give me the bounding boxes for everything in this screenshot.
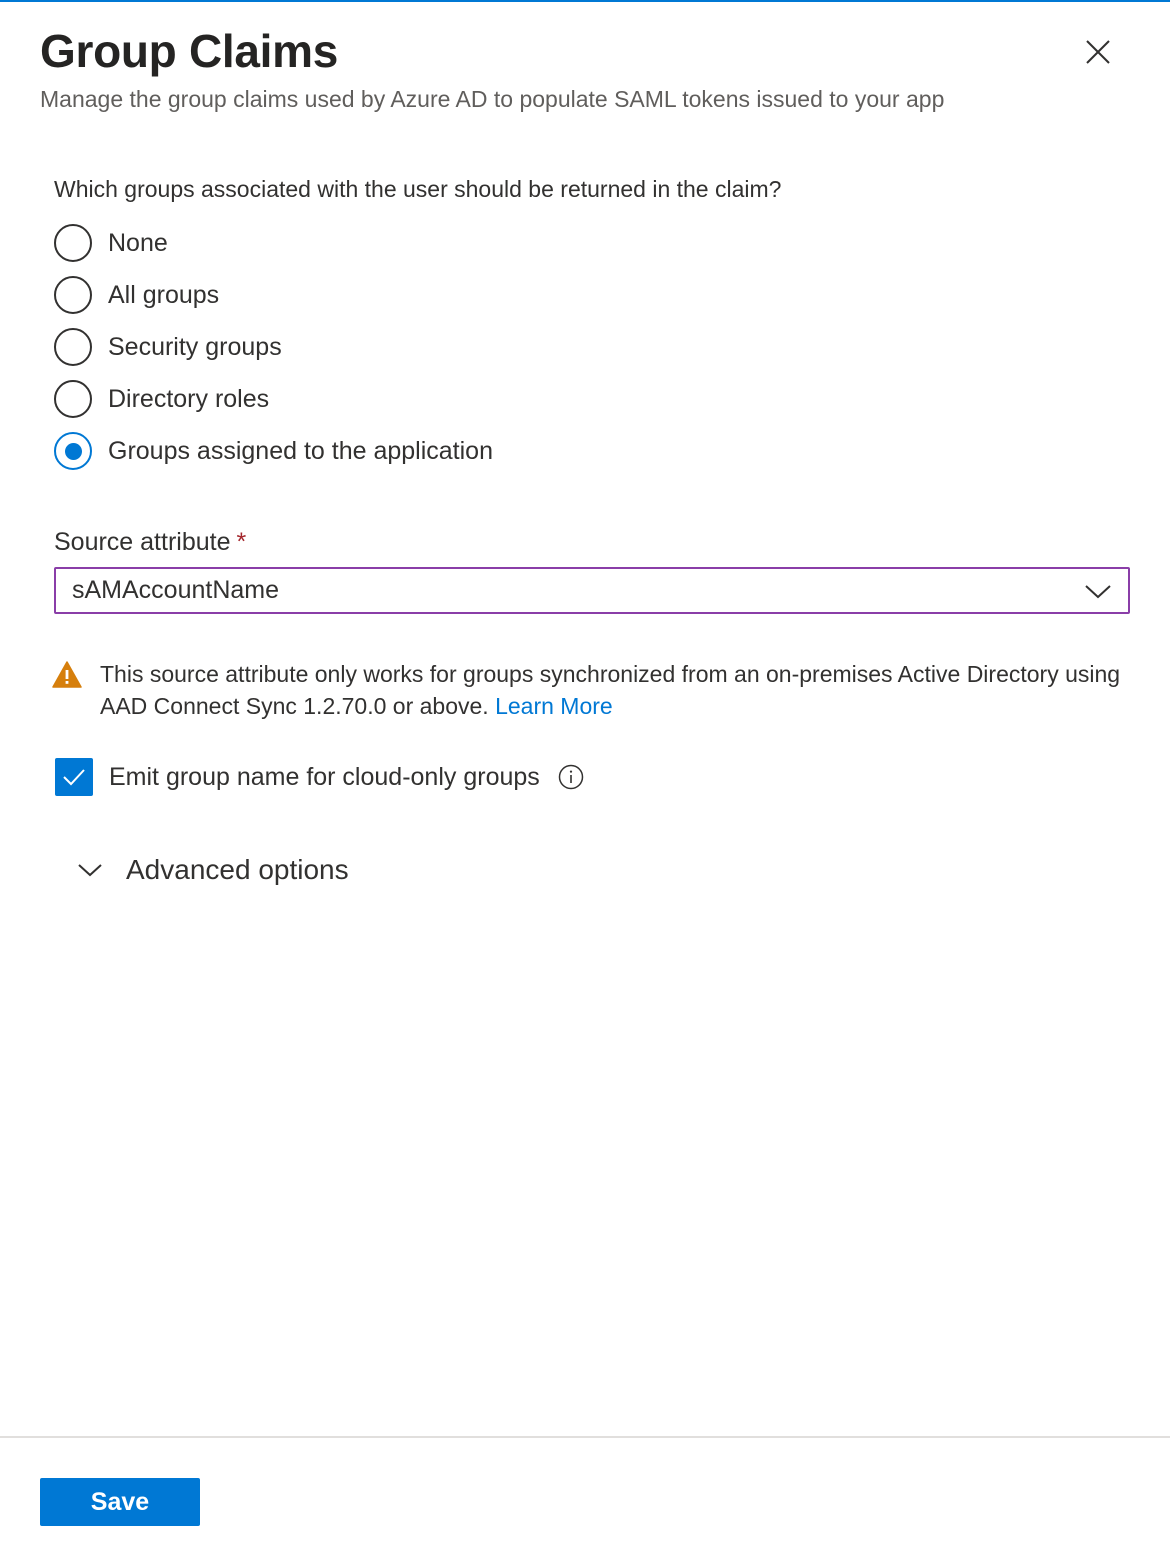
emit-cloud-only-option: Emit group name for cloud-only groups xyxy=(55,758,584,796)
groups-question: Which groups associated with the user sh… xyxy=(54,176,782,202)
close-icon xyxy=(1086,40,1110,64)
radio-label: Groups assigned to the application xyxy=(108,436,493,465)
radio-label: Security groups xyxy=(108,332,282,361)
footer-divider xyxy=(0,1436,1170,1438)
advanced-options-label: Advanced options xyxy=(126,854,349,885)
radio-option-all-groups[interactable]: All groups xyxy=(54,275,219,315)
radio-option-none[interactable]: None xyxy=(54,223,168,263)
radio-option-directory-roles[interactable]: Directory roles xyxy=(54,379,269,419)
group-claims-panel: Group Claims Manage the group claims use… xyxy=(0,0,1170,1564)
page-subtitle: Manage the group claims used by Azure AD… xyxy=(40,86,945,112)
emit-cloud-only-checkbox[interactable] xyxy=(55,758,93,796)
page-title: Group Claims xyxy=(40,25,339,77)
close-button[interactable] xyxy=(1078,32,1118,72)
chevron-down-icon xyxy=(78,864,102,877)
chevron-down-icon xyxy=(1085,585,1111,599)
source-attribute-label-text: Source attribute xyxy=(54,528,231,556)
warning-icon xyxy=(52,661,82,688)
warning-text: This source attribute only works for gro… xyxy=(100,658,1142,722)
radio-label: None xyxy=(108,228,168,257)
source-attribute-label: Source attribute * xyxy=(54,528,246,557)
source-attribute-dropdown[interactable]: sAMAccountName xyxy=(54,567,1130,614)
required-marker: * xyxy=(236,528,247,556)
radio-button[interactable] xyxy=(54,328,92,366)
radio-button-selected[interactable] xyxy=(54,432,92,470)
dropdown-selected-value: sAMAccountName xyxy=(72,576,280,604)
advanced-options-toggle[interactable]: Advanced options xyxy=(76,850,349,890)
radio-option-groups-assigned[interactable]: Groups assigned to the application xyxy=(54,431,493,471)
radio-option-security-groups[interactable]: Security groups xyxy=(54,327,282,367)
radio-label: All groups xyxy=(108,280,220,309)
info-icon[interactable] xyxy=(558,764,584,790)
learn-more-link[interactable]: Learn More xyxy=(495,693,613,719)
save-button[interactable]: Save xyxy=(40,1478,200,1526)
radio-button[interactable] xyxy=(54,380,92,418)
radio-button[interactable] xyxy=(54,224,92,262)
warning-message: This source attribute only works for gro… xyxy=(52,658,1142,722)
radio-button[interactable] xyxy=(54,276,92,314)
emit-cloud-only-label: Emit group name for cloud-only groups xyxy=(109,762,540,791)
checkmark-icon xyxy=(63,769,85,786)
radio-label: Directory roles xyxy=(108,384,270,413)
